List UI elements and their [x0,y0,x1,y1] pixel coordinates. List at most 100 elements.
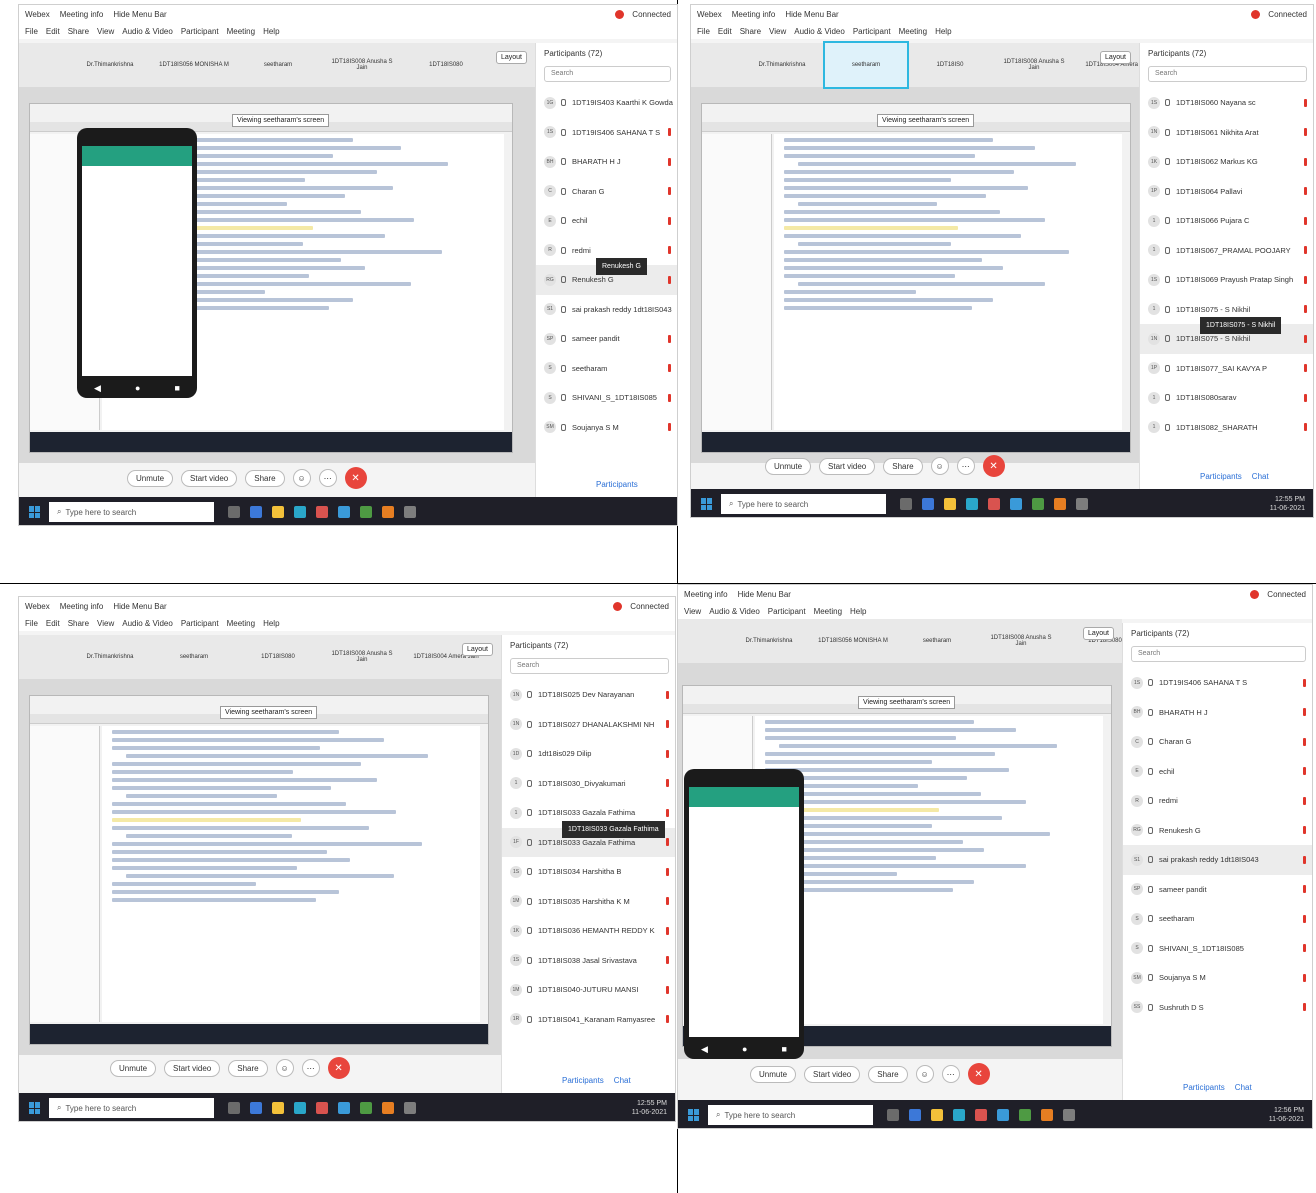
menu-item[interactable]: Meeting [899,27,927,36]
taskbar-app-icon[interactable] [909,1109,921,1121]
participant-row[interactable]: Rredmi [1123,786,1312,816]
participant-thumbnail[interactable]: Dr.Thimankrishna [728,619,810,663]
participants-button[interactable]: Participants [1183,1083,1225,1092]
participant-thumbnail[interactable]: 1DT18IS008 Anusha S Jain [321,635,403,679]
participant-row[interactable]: 1K 1DT18IS062 Markus KG [1140,147,1313,177]
menu-item[interactable]: Audio & Video [122,619,173,628]
participant-row[interactable]: SP sameer pandit [1123,875,1312,905]
connection-status[interactable]: Connected [1250,589,1306,599]
hide-menu-bar-button[interactable]: Hide Menu Bar [738,590,791,599]
participants-button[interactable]: Participants [1200,472,1242,481]
participant-row[interactable]: S SHIVANI_S_1DT18IS085 [536,383,677,413]
taskbar-app-icon[interactable] [953,1109,965,1121]
participants-button[interactable]: Participants [562,1076,604,1085]
participant-row[interactable]: 1S 1DT18IS069 Prayush Pratap Singh [1140,265,1313,295]
menu-item[interactable]: Help [935,27,951,36]
taskbar-app-icon[interactable] [1076,498,1088,510]
reactions-icon[interactable]: ☺ [930,457,949,475]
participant-search-input[interactable]: Search [1131,646,1306,662]
taskbar-app-icon[interactable] [997,1109,1009,1121]
participant-row[interactable]: 1N 1DT18IS061 Nikhita Arat [1140,118,1313,148]
meeting-info-button[interactable]: Meeting info [60,10,104,19]
participant-row[interactable]: Sseetharam [1123,904,1312,934]
unmute-button[interactable]: Unmute [750,1065,797,1083]
hide-menu-bar-button[interactable]: Hide Menu Bar [785,10,838,19]
menu-item[interactable]: Participant [181,27,219,36]
meeting-info-button[interactable]: Meeting info [684,590,728,599]
participant-row[interactable]: 1P 1DT18IS064 Pallavi [1140,177,1313,207]
participant-thumbnail[interactable]: 1DT18IS080 [237,635,319,679]
participant-thumbnail[interactable]: seetharam [237,43,319,87]
unmute-button[interactable]: Unmute [765,457,812,475]
taskbar-app-icon[interactable] [1010,498,1022,510]
start-video-button[interactable]: Start video [819,457,876,475]
participant-thumbnail[interactable]: 1DT18IS008 Anusha S Jain [321,43,403,87]
back-icon[interactable]: ◀ [701,1044,708,1055]
menu-item[interactable]: View [97,619,114,628]
menu-item[interactable]: Meeting [227,27,255,36]
layout-button[interactable]: Layout [1099,51,1131,64]
share-button[interactable]: Share [883,457,923,475]
connection-status[interactable]: Connected [613,601,669,611]
taskbar-app-icon[interactable] [382,506,394,518]
hide-menu-bar-button[interactable]: Hide Menu Bar [113,10,166,19]
menu-item[interactable]: File [25,619,38,628]
reactions-icon[interactable]: ☺ [275,1059,294,1077]
menu-item[interactable]: Help [263,27,279,36]
more-options-icon[interactable]: ⋯ [318,469,337,487]
participant-row[interactable]: SS Sushruth D S [1123,993,1312,1023]
share-button[interactable]: Share [245,469,285,487]
taskbar-app-icon[interactable] [1063,1109,1075,1121]
menu-item[interactable]: Share [68,619,89,628]
meeting-info-button[interactable]: Meeting info [60,602,104,611]
share-button[interactable]: Share [228,1059,268,1077]
menu-item[interactable]: Share [68,27,89,36]
taskbar-app-icon[interactable] [988,498,1000,510]
more-options-icon[interactable]: ⋯ [301,1059,320,1077]
participant-row[interactable]: BH BHARATH H J [536,147,677,177]
participant-row[interactable]: 1M 1DT18IS035 Harshitha K M [502,887,675,917]
menu-item[interactable]: Edit [718,27,732,36]
taskbar-app-icon[interactable] [316,1102,328,1114]
meeting-info-button[interactable]: Meeting info [732,10,776,19]
participant-row[interactable]: 1 1DT18IS066 Pujara C [1140,206,1313,236]
emulator-screen[interactable] [689,787,799,1037]
taskbar-app-icon[interactable] [975,1109,987,1121]
unmute-button[interactable]: Unmute [110,1059,157,1077]
end-call-icon[interactable]: ✕ [327,1057,350,1079]
taskbar-app-icon[interactable] [944,498,956,510]
taskbar-app-icon[interactable] [228,1102,240,1114]
participant-row[interactable]: 1 1DT18IS067_PRAMAL POOJARY [1140,236,1313,266]
participant-row[interactable]: BH BHARATH H J [1123,698,1312,728]
participant-row[interactable]: 1 1DT18IS080sarav [1140,383,1313,413]
menu-item[interactable]: View [769,27,786,36]
windows-start-icon[interactable] [701,498,713,510]
menu-item[interactable]: View [97,27,114,36]
windows-start-icon[interactable] [29,506,41,518]
taskbar-search[interactable]: ⌕ Type here to search [721,494,886,514]
menu-item[interactable]: Audio & Video [122,27,173,36]
android-emulator[interactable]: ◀ ● ■ [684,769,804,1059]
chat-button[interactable]: Chat [614,1076,631,1085]
taskbar-app-icon[interactable] [272,506,284,518]
participant-thumbnail[interactable]: Dr.Thimankrishna [69,43,151,87]
end-call-icon[interactable]: ✕ [967,1063,990,1085]
taskbar-app-icon[interactable] [922,498,934,510]
windows-start-icon[interactable] [688,1109,700,1121]
participant-row[interactable]: 1S 1DT18IS034 Harshitha B [502,857,675,887]
reactions-icon[interactable]: ☺ [915,1065,934,1083]
participant-row[interactable]: 1G 1DT19IS403 Kaarthi K Gowda [536,88,677,118]
participant-thumbnail[interactable]: 1DT18IS056 MONISHA M [812,619,894,663]
participant-search-input[interactable]: Search [510,658,669,674]
participants-button[interactable]: Participants [596,480,638,489]
participant-row[interactable]: C Charan G [1123,727,1312,757]
menu-item[interactable]: Meeting [814,607,842,616]
home-icon[interactable]: ● [742,1044,747,1055]
emulator-screen[interactable] [82,146,192,376]
more-options-icon[interactable]: ⋯ [941,1065,960,1083]
menu-item[interactable]: Participant [853,27,891,36]
participant-thumbnail[interactable]: 1DT18IS008 Anusha S Jain [980,619,1062,663]
participant-row[interactable]: 1N 1DT18IS027 DHANALAKSHMI NH [502,710,675,740]
participant-thumbnail[interactable]: seetharam [153,635,235,679]
windows-start-icon[interactable] [29,1102,41,1114]
